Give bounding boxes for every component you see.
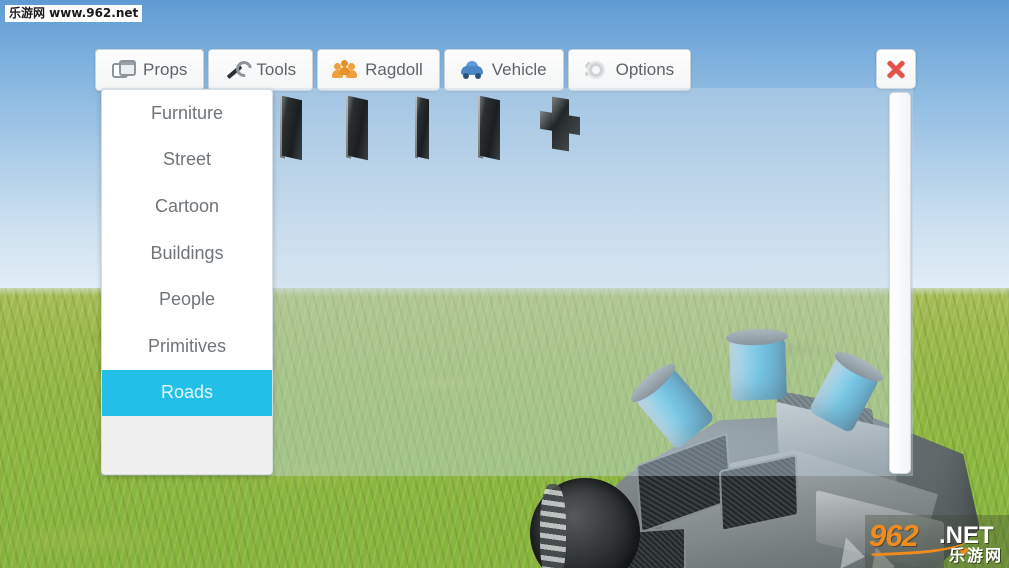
tab-options-label: Options	[615, 60, 675, 79]
menu-item-label: Cartoon	[154, 195, 220, 216]
menu-item-label: Buildings	[150, 242, 224, 263]
vertical-scrollbar[interactable]	[889, 92, 911, 474]
tab-ragdoll[interactable]: Ragdoll	[317, 49, 440, 91]
menu-item-street[interactable]: Street	[102, 136, 272, 184]
tab-tools[interactable]: Tools	[208, 49, 314, 91]
menu-item-label: Primitives	[147, 335, 226, 356]
prop-thumbnail-road-intersection[interactable]	[540, 92, 580, 170]
tab-options[interactable]: Options	[567, 49, 692, 91]
menu-item-buildings[interactable]: Buildings	[102, 229, 272, 277]
menu-item-label: Furniture	[150, 102, 224, 123]
tab-props-label: Props	[143, 60, 188, 79]
menu-item-roads[interactable]: Roads	[102, 369, 272, 417]
gear-icon	[583, 59, 607, 81]
menu-empty-area	[102, 416, 272, 474]
tab-ragdoll-label: Ragdoll	[365, 60, 423, 79]
wrench-icon	[225, 57, 256, 81]
close-button[interactable]	[876, 49, 916, 89]
tab-bar: Props Tools Ragdoll Vehicle Options	[95, 49, 695, 91]
car-icon	[460, 59, 483, 81]
category-menu: Furniture Street Cartoon Buildings Peopl…	[101, 89, 273, 475]
menu-item-people[interactable]: People	[102, 276, 272, 323]
prop-thumbnail-road-straight-narrow[interactable]	[412, 92, 442, 170]
menu-item-label: People	[158, 289, 216, 310]
tab-vehicle-label: Vehicle	[491, 60, 547, 79]
prop-thumbnail-road-straight-wide-3[interactable]	[478, 92, 508, 170]
menu-item-cartoon[interactable]: Cartoon	[102, 183, 272, 230]
people-icon	[332, 59, 358, 81]
menu-item-furniture[interactable]: Furniture	[102, 90, 272, 137]
close-icon	[885, 58, 907, 80]
tab-props[interactable]: Props	[95, 49, 205, 91]
scrollbar-thumb[interactable]	[889, 92, 911, 474]
windows-props-icon	[112, 59, 136, 81]
prop-thumbnail-grid	[280, 92, 840, 170]
menu-item-label: Street	[162, 149, 212, 170]
tab-vehicle[interactable]: Vehicle	[443, 49, 564, 91]
menu-item-primitives[interactable]: Primitives	[102, 322, 272, 370]
menu-item-label: Roads	[160, 382, 214, 403]
tab-tools-label: Tools	[256, 60, 297, 79]
prop-thumbnail-road-straight-wide-1[interactable]	[280, 92, 310, 170]
spawn-menu-overlay: Props Tools Ragdoll Vehicle Options Furn…	[0, 0, 1009, 568]
prop-thumbnail-road-straight-wide-2[interactable]	[346, 92, 376, 170]
